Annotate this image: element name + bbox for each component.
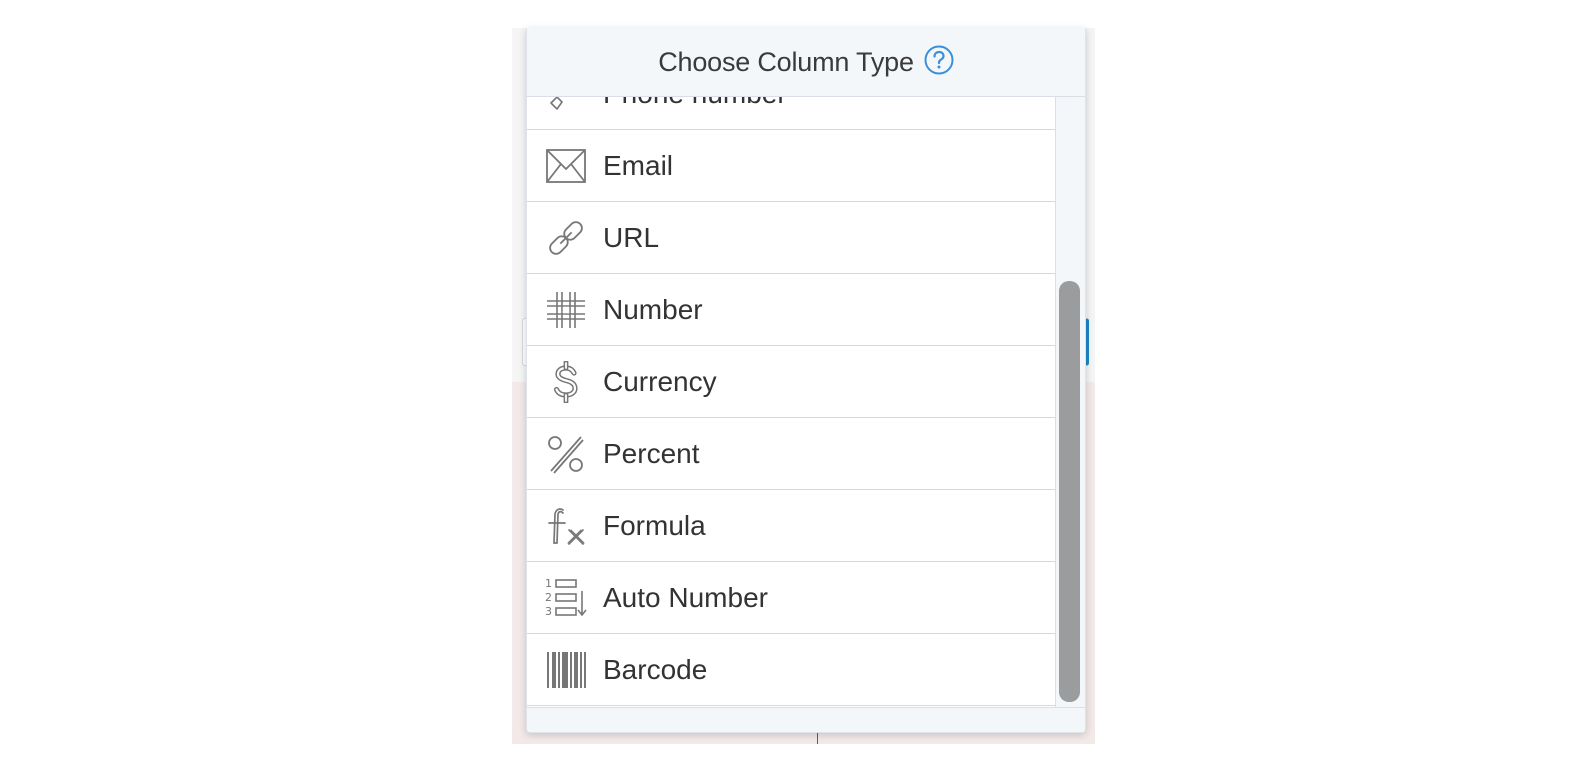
column-type-list[interactable]: Phone number Email	[527, 97, 1056, 707]
column-type-label: Number	[603, 293, 703, 325]
svg-text:1: 1	[545, 577, 552, 590]
column-type-label: Phone number	[603, 97, 787, 110]
hash-icon	[547, 291, 585, 328]
popup-footer	[527, 707, 1085, 732]
column-type-label: Formula	[603, 509, 706, 541]
column-type-auto-number[interactable]: 1 2 3 Auto Number	[527, 562, 1055, 634]
popup-header: Choose Column Type	[527, 28, 1085, 97]
column-type-label: Barcode	[603, 653, 708, 685]
column-type-currency[interactable]: Currency	[527, 346, 1055, 418]
column-type-phone-number[interactable]: Phone number	[527, 97, 1055, 130]
column-type-label: Auto Number	[603, 581, 768, 613]
link-icon	[549, 220, 583, 255]
popup-title: Choose Column Type	[658, 46, 914, 77]
column-type-formula[interactable]: Formula	[527, 490, 1055, 562]
phone-icon	[550, 97, 563, 110]
column-type-email[interactable]: Email	[527, 130, 1055, 202]
dollar-icon	[553, 360, 578, 403]
column-type-number[interactable]: Number	[527, 274, 1055, 346]
column-type-barcode[interactable]: Barcode	[527, 634, 1055, 706]
column-type-label: Currency	[603, 365, 717, 397]
column-type-label: Percent	[603, 437, 700, 469]
percent-icon	[548, 435, 584, 474]
svg-text:2: 2	[545, 591, 552, 604]
column-type-label: URL	[603, 221, 660, 253]
column-type-url[interactable]: URL	[527, 202, 1055, 274]
formula-icon	[548, 507, 585, 545]
envelope-icon	[546, 148, 586, 183]
scrollbar-thumb[interactable]	[1059, 281, 1080, 702]
column-type-label: Email	[603, 149, 674, 181]
column-type-percent[interactable]: Percent	[527, 418, 1055, 490]
question-circle-icon[interactable]	[924, 45, 954, 75]
choose-column-type-popup: Choose Column Type Phone number	[526, 28, 1086, 733]
svg-text:3: 3	[545, 605, 552, 618]
auto-number-icon: 1 2 3	[545, 577, 587, 618]
barcode-icon	[547, 651, 586, 688]
